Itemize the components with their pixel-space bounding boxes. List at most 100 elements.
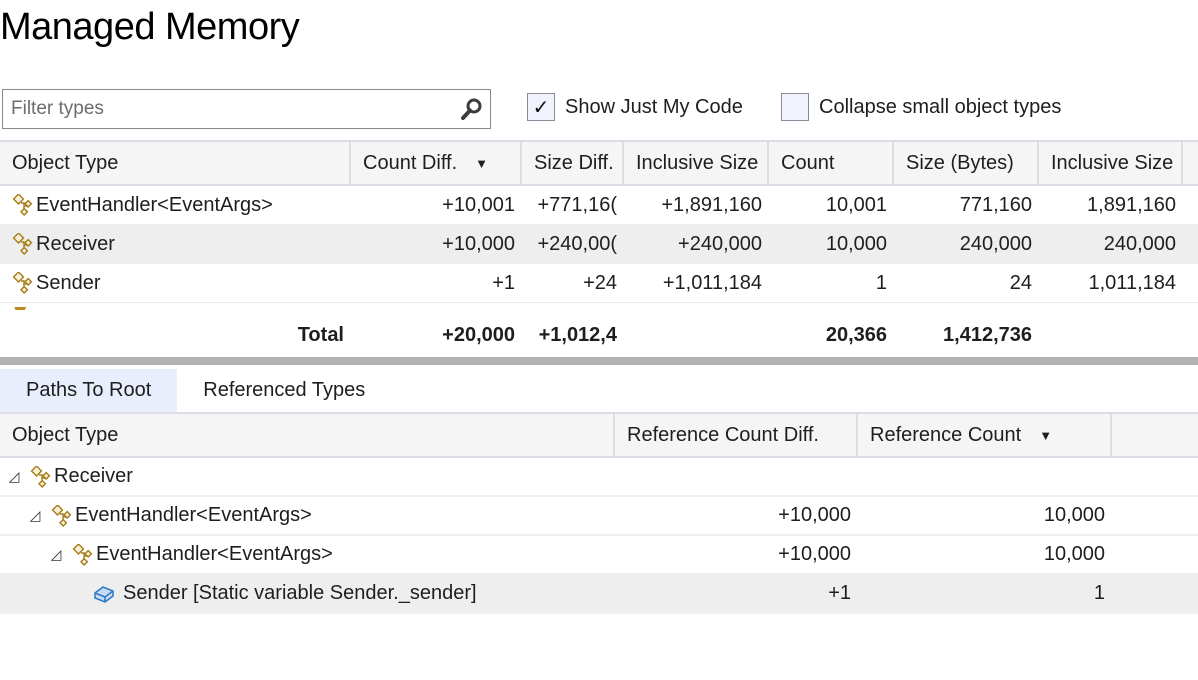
tab-referenced-types[interactable]: Referenced Types — [177, 369, 391, 412]
count-diff-cell: +1 — [492, 271, 515, 294]
column-label: Object Type — [12, 151, 119, 174]
tree-row[interactable]: Sender [Static variable Sender._sender] +… — [0, 575, 1198, 614]
class-icon — [12, 233, 33, 255]
column-label: Reference Count — [870, 423, 1022, 446]
size-diff-cell: +240,00( — [537, 232, 617, 255]
object-type-cell: ◿ Receiver — [0, 465, 615, 488]
class-icon — [9, 307, 27, 315]
paths-to-root-grid: Object Type Reference Count Diff. Refere… — [0, 412, 1198, 614]
sort-descending-icon: ▼ — [475, 155, 488, 171]
column-label: Inclusive Size — [636, 151, 759, 174]
page-title: Managed Memory — [0, 6, 300, 48]
total-label: Total — [297, 323, 344, 346]
expand-collapse-icon[interactable]: ◿ — [25, 507, 45, 524]
reference-count-cell: 10,000 — [1043, 504, 1105, 526]
count-diff-cell: +10,001 — [442, 193, 515, 216]
column-label: Count Diff. — [363, 151, 458, 174]
total-size-diff: +1,012,4 — [538, 323, 617, 346]
class-icon — [72, 543, 93, 566]
inclusive-size-diff-cell: +1,891,160 — [661, 193, 762, 216]
tree-row[interactable]: ◿ EventHandler<EventArgs> +10,000 10,000 — [0, 497, 1198, 536]
size-cell: 24 — [1009, 271, 1032, 294]
object-type-cell: ◿ EventHandler<EventArgs> — [0, 543, 615, 566]
reference-count-diff-cell: +10,000 — [778, 543, 851, 565]
object-type-name: EventHandler<EventArgs> — [96, 543, 333, 565]
column-header-inclusive-size-diff[interactable]: Inclusive Size — [624, 142, 769, 184]
object-type-name: Sender — [36, 271, 101, 294]
class-icon — [51, 504, 72, 527]
tree-row[interactable]: ◿ Receiver — [0, 458, 1198, 497]
object-type-name: Receiver — [54, 465, 133, 487]
total-count: 20,366 — [825, 323, 887, 346]
filter-types-input[interactable] — [3, 90, 443, 128]
show-just-my-code-label: Show Just My Code — [565, 95, 743, 118]
pane-splitter[interactable] — [0, 357, 1198, 365]
column-label: Reference Count Diff. — [627, 423, 819, 446]
grid-header: Object Type Count Diff. ▼ Size Diff. Incl… — [0, 140, 1198, 186]
size-diff-cell: +24 — [583, 271, 617, 294]
column-header-inclusive-size[interactable]: Inclusive Size — [1039, 142, 1183, 184]
column-label: Inclusive Size — [1051, 151, 1174, 174]
static-root-icon — [94, 585, 114, 603]
checkbox-unchecked[interactable] — [781, 93, 809, 121]
sort-descending-icon: ▼ — [1039, 427, 1053, 443]
reference-count-diff-cell: +1 — [828, 582, 851, 604]
column-header-count[interactable]: Count — [769, 142, 894, 184]
class-icon — [12, 194, 33, 216]
object-type-name: Receiver — [36, 232, 115, 255]
reference-count-diff-cell: +10,000 — [778, 504, 851, 526]
reference-count-cell: 1 — [1093, 582, 1105, 604]
inclusive-size-diff-cell: +1,011,184 — [662, 271, 762, 294]
count-cell: 10,001 — [825, 193, 887, 216]
column-label: Size (Bytes) — [906, 151, 1014, 174]
collapse-small-object-types-checkbox[interactable]: Collapse small object types — [781, 93, 1061, 121]
column-header-size-bytes[interactable]: Size (Bytes) — [894, 142, 1039, 184]
size-diff-cell: +771,16( — [537, 193, 617, 216]
column-header-reference-count[interactable]: Reference Count ▼ — [858, 414, 1112, 456]
tree-row[interactable]: ◿ EventHandler<EventArgs> +10,000 10,000 — [0, 536, 1198, 575]
table-row[interactable]: EventHandler<EventArgs> +10,001 +771,16( +1… — [0, 186, 1198, 225]
column-label: Object Type — [12, 423, 119, 446]
count-diff-cell: +10,000 — [442, 232, 515, 255]
table-row[interactable]: Receiver +10,000 +240,00( +240,000 10,000 240… — [0, 225, 1198, 264]
column-header-object-type[interactable]: Object Type — [0, 414, 615, 456]
tab-paths-to-root[interactable]: Paths To Root — [0, 369, 178, 412]
inclusive-size-diff-cell: +240,000 — [678, 232, 762, 255]
total-row: Total +20,000 +1,012,4 20,366 1,412,736 — [0, 317, 1198, 353]
column-label: Count — [781, 151, 835, 174]
expand-collapse-icon[interactable]: ◿ — [46, 546, 66, 563]
reference-count-cell: 10,000 — [1043, 543, 1105, 565]
class-icon — [12, 272, 33, 294]
object-type-cell: EventHandler<EventArgs> — [0, 194, 351, 217]
size-cell: 771,160 — [959, 193, 1032, 216]
object-type-cell: Sender — [0, 272, 351, 295]
filter-types-box[interactable] — [2, 89, 491, 129]
table-row-partial[interactable] — [0, 303, 1198, 317]
column-header-size-diff[interactable]: Size Diff. — [522, 142, 624, 184]
object-type-cell: ◿ EventHandler<EventArgs> — [0, 504, 615, 527]
column-header-reference-count-diff[interactable]: Reference Count Diff. — [615, 414, 858, 456]
show-just-my-code-checkbox[interactable]: ✓ Show Just My Code — [527, 93, 743, 121]
inclusive-size-cell: 1,891,160 — [1087, 193, 1176, 216]
object-types-grid: Object Type Count Diff. ▼ Size Diff. Incl… — [0, 140, 1198, 353]
expand-collapse-icon[interactable]: ◿ — [4, 468, 24, 485]
class-icon — [30, 465, 51, 488]
count-cell: 1 — [875, 271, 887, 294]
total-size: 1,412,736 — [943, 323, 1032, 346]
column-label: Size Diff. — [534, 151, 614, 174]
size-cell: 240,000 — [959, 232, 1032, 255]
column-header-object-type[interactable]: Object Type — [0, 142, 351, 184]
bottom-tabs: Paths To Root Referenced Types — [0, 369, 391, 412]
search-icon[interactable] — [460, 97, 484, 121]
object-type-name: EventHandler<EventArgs> — [36, 193, 273, 216]
column-header-count-diff[interactable]: Count Diff. ▼ — [351, 142, 522, 184]
count-cell: 10,000 — [825, 232, 887, 255]
inclusive-size-cell: 240,000 — [1103, 232, 1176, 255]
object-type-cell: Sender [Static variable Sender._sender] — [0, 582, 615, 605]
checkbox-checked[interactable]: ✓ — [527, 93, 555, 121]
object-type-name: EventHandler<EventArgs> — [75, 504, 312, 526]
grid-header: Object Type Reference Count Diff. Refere… — [0, 412, 1198, 458]
object-type-name: Sender [Static variable Sender._sender] — [123, 582, 477, 604]
table-row[interactable]: Sender +1 +24 +1,011,184 1 24 1,011,184 — [0, 264, 1198, 303]
column-header-filler — [1112, 414, 1198, 456]
